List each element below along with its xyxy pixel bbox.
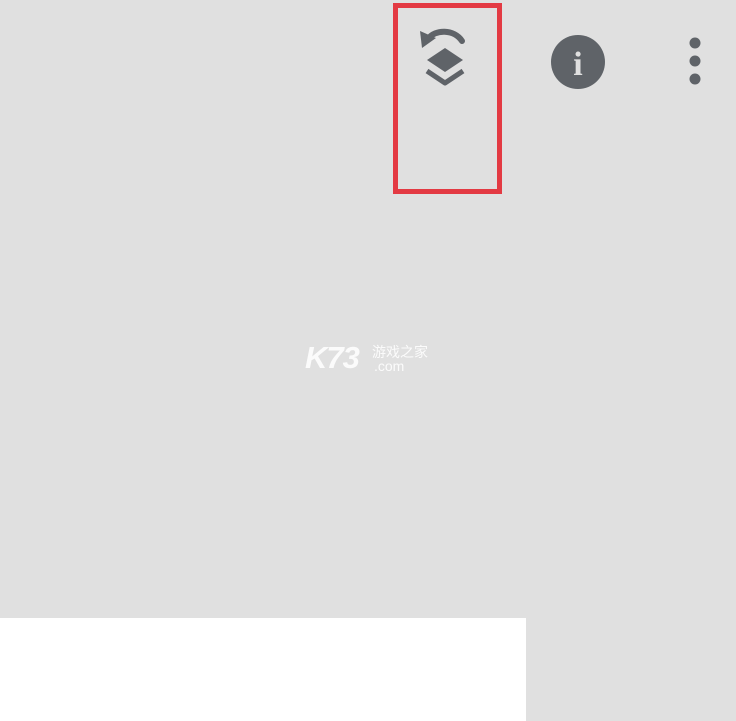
info-button[interactable]: i — [548, 32, 608, 92]
more-vert-icon — [689, 37, 701, 85]
watermark-brand: K73 — [305, 340, 360, 375]
watermark-domain: .com — [374, 358, 405, 374]
highlight-box — [393, 3, 502, 194]
info-icon: i — [551, 35, 605, 89]
content-panel — [0, 618, 526, 721]
info-glyph: i — [573, 46, 582, 83]
more-options-button[interactable] — [670, 30, 720, 94]
watermark: K73 游戏之家 .com — [305, 338, 440, 382]
